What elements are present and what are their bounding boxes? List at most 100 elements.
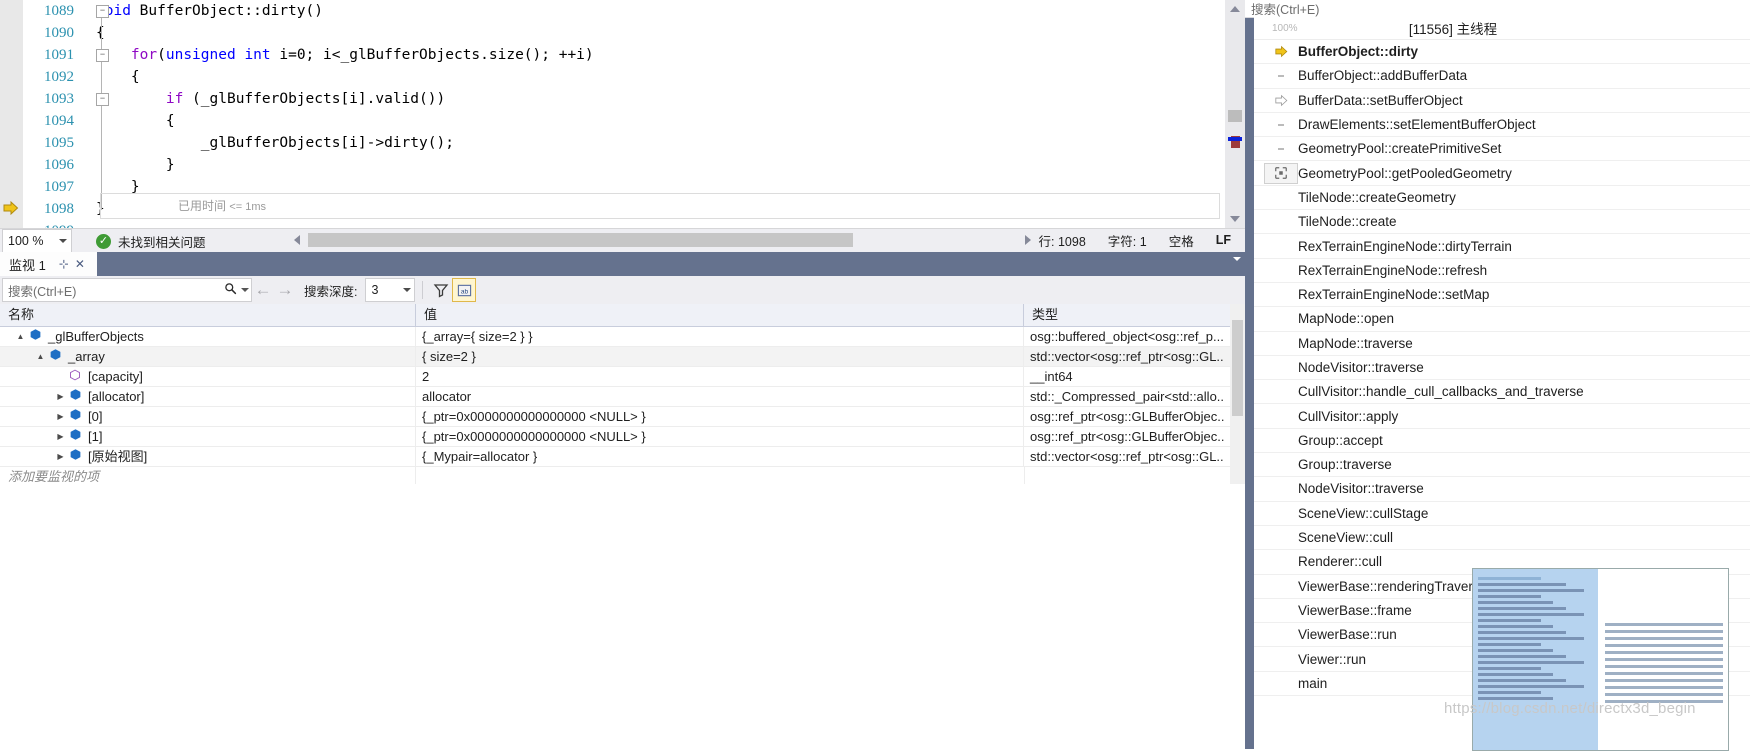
watch-search-input[interactable]: 搜索(Ctrl+E) bbox=[2, 278, 252, 302]
scroll-down-button[interactable] bbox=[1225, 210, 1245, 228]
search-options-chevron-icon[interactable] bbox=[239, 288, 251, 292]
watch-row-name-cell[interactable]: ▲ _glBufferObjects bbox=[0, 327, 416, 346]
scroll-up-button[interactable] bbox=[1225, 0, 1245, 18]
fold-toggle-1089[interactable]: − bbox=[96, 5, 109, 18]
call-stack-frame[interactable]: GeometryPool::createPrimitiveSet bbox=[1254, 137, 1750, 162]
zoom-level-combobox[interactable]: 100 % bbox=[2, 229, 72, 253]
code-line[interactable]: 1096 } bbox=[22, 154, 1245, 176]
call-stack-frame[interactable]: RexTerrainEngineNode::refresh bbox=[1254, 259, 1750, 283]
hex-display-toggle-icon[interactable]: ab bbox=[452, 278, 477, 302]
expander-icon[interactable]: ▶ bbox=[54, 387, 67, 406]
search-depth-combobox[interactable]: 3 bbox=[365, 278, 416, 302]
call-stack-frame[interactable]: BufferObject::dirty bbox=[1254, 40, 1750, 65]
call-stack-frame[interactable]: Group::accept bbox=[1254, 429, 1750, 454]
table-row[interactable]: ▶ [1] {_ptr=0x0000000000000000 <NULL> } osg… bbox=[0, 427, 1245, 447]
chevron-down-icon[interactable] bbox=[55, 239, 71, 243]
pin-icon[interactable]: ⊹ bbox=[56, 256, 72, 272]
column-header-type[interactable]: 类型 bbox=[1024, 304, 1224, 326]
code-line[interactable]: 1093 if (_glBufferObjects[i].valid()) bbox=[22, 88, 1245, 110]
editor-vertical-scrollbar[interactable] bbox=[1225, 0, 1245, 228]
code-line[interactable]: 1095 _glBufferObjects[i]->dirty(); bbox=[22, 132, 1245, 154]
watch-row-name-cell[interactable]: ▶ [原始视图] bbox=[0, 447, 416, 466]
chevron-down-icon[interactable] bbox=[400, 288, 414, 292]
scroll-left-button[interactable] bbox=[288, 229, 306, 251]
panel-chevron-down-icon[interactable] bbox=[1233, 257, 1241, 261]
call-stack-frame[interactable]: NodeVisitor::traverse bbox=[1254, 477, 1750, 502]
editor-scroll-thumb[interactable] bbox=[1228, 110, 1242, 122]
watch-row-name-cell[interactable]: ▶ [0] bbox=[0, 407, 416, 426]
frame-tick-icon bbox=[1278, 74, 1284, 77]
watch-row-name-cell[interactable]: ▲ _array bbox=[0, 347, 416, 366]
call-stack-frame[interactable]: SceneView::cullStage bbox=[1254, 502, 1750, 526]
call-stack-frame[interactable]: MapNode::open bbox=[1254, 307, 1750, 332]
scroll-right-button[interactable] bbox=[1017, 229, 1039, 251]
code-line[interactable]: 1090{ bbox=[22, 22, 1245, 44]
code-line[interactable]: 1091 for(unsigned int i=0; i<_glBufferOb… bbox=[22, 44, 1245, 66]
watch-row-value[interactable]: 2 bbox=[416, 367, 1024, 386]
table-row[interactable]: [capacity] 2 __int64 bbox=[0, 367, 1245, 387]
elapsed-time-annotation: 已用时间 <= 1ms bbox=[172, 196, 272, 217]
table-row[interactable]: ▲ _array { size=2 } std::vector<osg::ref_pt… bbox=[0, 347, 1245, 367]
call-stack-frame[interactable]: SceneView::cull bbox=[1254, 526, 1750, 551]
call-stack-frame[interactable]: TileNode::createGeometry bbox=[1254, 186, 1750, 211]
call-stack-frame[interactable]: RexTerrainEngineNode::setMap bbox=[1254, 283, 1750, 308]
watch-panel: 监视 1 ⊹ ✕ 搜索(Ctrl+E) ← → 搜索深度: 3 ab 名称 值 … bbox=[0, 252, 1245, 488]
call-stack-frame[interactable]: BufferData::setBufferObject bbox=[1254, 89, 1750, 113]
call-stack-frame[interactable]: GeometryPool::getPooledGeometry bbox=[1254, 161, 1750, 186]
call-stack-search-input[interactable]: 搜索(Ctrl+E) bbox=[1245, 0, 1750, 18]
search-prev-button[interactable]: ← bbox=[252, 280, 274, 300]
watch-row-name-cell[interactable]: ▶ [allocator] bbox=[0, 387, 416, 406]
watch-row-type: osg::ref_ptr<osg::GLBufferObjec... bbox=[1030, 429, 1224, 444]
call-stack-frame[interactable]: NodeVisitor::traverse bbox=[1254, 356, 1750, 381]
call-stack-frame[interactable]: TileNode::create bbox=[1254, 210, 1750, 235]
editor-breakpoint-gutter[interactable] bbox=[0, 0, 23, 228]
watch-search-placeholder: 搜索(Ctrl+E) bbox=[8, 284, 77, 299]
watch-row-name-cell[interactable]: [capacity] bbox=[0, 367, 416, 386]
tab-watch-1[interactable]: 监视 1 ⊹ ✕ bbox=[0, 252, 97, 276]
filter-icon[interactable] bbox=[430, 279, 452, 301]
column-header-value[interactable]: 值 bbox=[416, 304, 1024, 326]
table-row[interactable]: ▲ _glBufferObjects {_array={ size=2 } } osg… bbox=[0, 327, 1245, 347]
code-line[interactable]: 1099 bbox=[22, 220, 1245, 228]
code-line[interactable]: 1092 { bbox=[22, 66, 1245, 88]
expander-icon[interactable]: ▶ bbox=[54, 447, 67, 466]
watch-row-value[interactable]: {_Mypair=allocator } bbox=[416, 447, 1024, 466]
fold-toggle-1091[interactable]: − bbox=[96, 49, 109, 62]
search-next-button[interactable]: → bbox=[274, 280, 296, 300]
code-line[interactable]: 1089 void BufferObject::dirty() bbox=[22, 0, 1245, 22]
expander-icon[interactable]: ▲ bbox=[34, 347, 47, 366]
expander-icon[interactable]: ▲ bbox=[14, 327, 27, 346]
fold-toggle-1093[interactable]: − bbox=[96, 93, 109, 106]
table-row[interactable]: ▶ [原始视图] {_Mypair=allocator } std::vector<o… bbox=[0, 447, 1245, 467]
editor-hscroll-thumb[interactable] bbox=[308, 233, 853, 247]
call-stack-frame[interactable]: Group::traverse bbox=[1254, 453, 1750, 478]
watch-variables-grid[interactable]: 名称 值 类型 ▲ _glBufferObjects {_array={ size=… bbox=[0, 304, 1245, 488]
close-icon[interactable]: ✕ bbox=[72, 256, 88, 272]
call-stack-frame[interactable]: MapNode::traverse bbox=[1254, 332, 1750, 356]
call-stack-frame[interactable]: BufferObject::addBufferData bbox=[1254, 64, 1750, 89]
call-stack-frame[interactable]: DrawElements::setElementBufferObject bbox=[1254, 113, 1750, 138]
code-line[interactable]: 1094 { bbox=[22, 110, 1245, 132]
table-row[interactable]: ▶ [allocator] allocator std::_Compressed_pa… bbox=[0, 387, 1245, 407]
watch-row-value[interactable]: { size=2 } bbox=[416, 347, 1024, 366]
watch-row-value[interactable]: {_ptr=0x0000000000000000 <NULL> } bbox=[416, 427, 1024, 446]
issues-indicator[interactable]: ✓ 未找到相关问题 bbox=[96, 232, 206, 251]
column-header-name[interactable]: 名称 bbox=[0, 304, 416, 326]
watch-row-name-cell[interactable]: ▶ [1] bbox=[0, 427, 416, 446]
code-editor[interactable]: 1089 void BufferObject::dirty()1090{1091 … bbox=[0, 0, 1245, 228]
call-stack-frame[interactable]: CullVisitor::handle_cull_callbacks_and_t… bbox=[1254, 380, 1750, 405]
watch-row-value[interactable]: {_ptr=0x0000000000000000 <NULL> } bbox=[416, 407, 1024, 426]
search-icon[interactable] bbox=[221, 282, 239, 298]
table-row[interactable]: ▶ [0] {_ptr=0x0000000000000000 <NULL> } osg… bbox=[0, 407, 1245, 427]
watch-scroll-thumb[interactable] bbox=[1232, 320, 1243, 416]
expander-icon[interactable]: ▶ bbox=[54, 427, 67, 446]
watch-grid-body[interactable]: ▲ _glBufferObjects {_array={ size=2 } } osg… bbox=[0, 327, 1245, 467]
expander-icon[interactable]: ▶ bbox=[54, 407, 67, 426]
watch-vertical-scrollbar[interactable] bbox=[1230, 304, 1245, 484]
frame-name: CullVisitor::handle_cull_callbacks_and_t… bbox=[1298, 384, 1584, 400]
call-stack-frame[interactable]: CullVisitor::apply bbox=[1254, 404, 1750, 429]
watch-row-value[interactable]: allocator bbox=[416, 387, 1024, 406]
call-stack-frame[interactable]: RexTerrainEngineNode::dirtyTerrain bbox=[1254, 234, 1750, 259]
status-spaces: 空格 bbox=[1168, 234, 1194, 249]
watch-row-value[interactable]: {_array={ size=2 } } bbox=[416, 327, 1024, 346]
